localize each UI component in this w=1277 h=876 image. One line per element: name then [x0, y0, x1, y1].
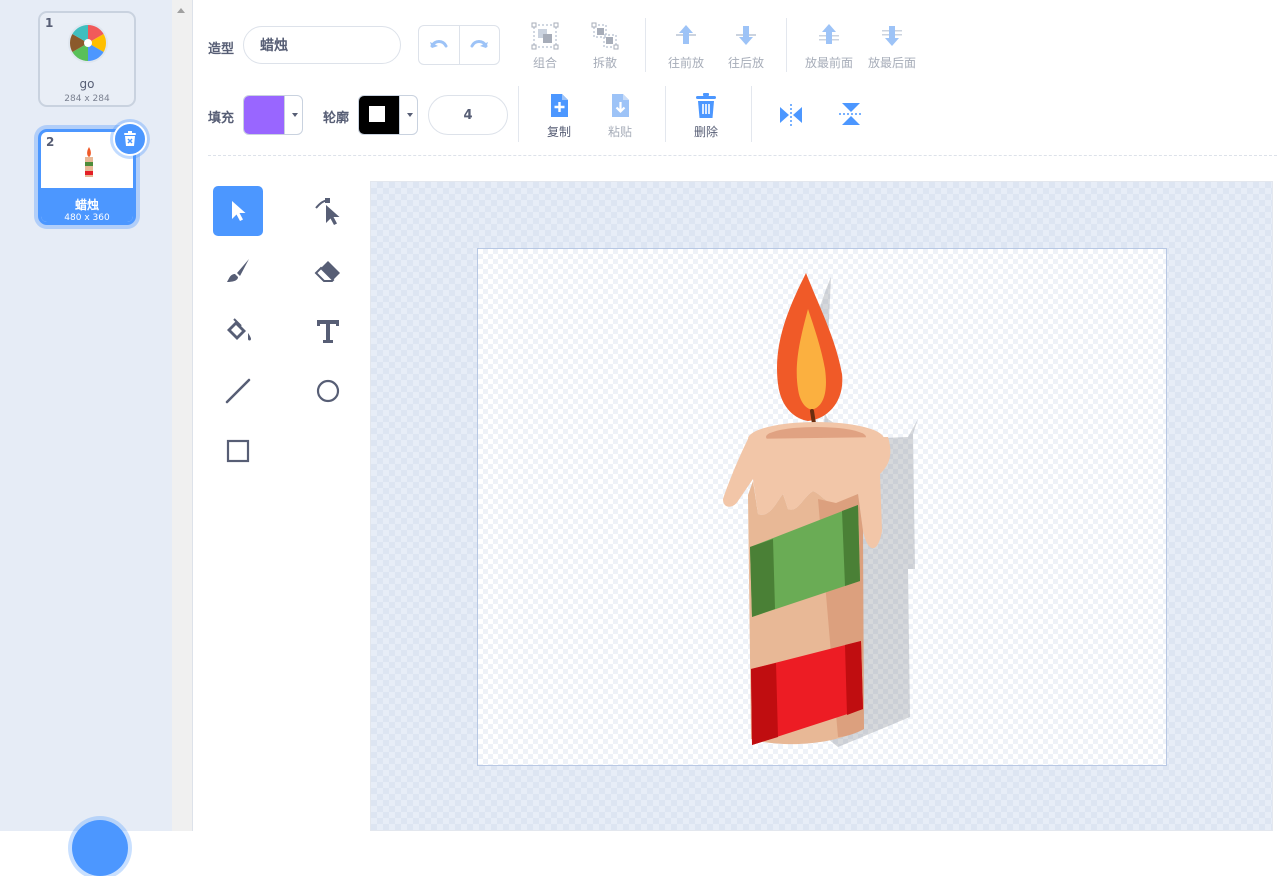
undo-button[interactable] [419, 26, 460, 64]
group-button[interactable]: 组合 [515, 22, 575, 71]
fill-color-swatch [244, 96, 284, 134]
separator [518, 86, 519, 142]
backward-button[interactable]: 往后放 [716, 22, 776, 71]
ungroup-button[interactable]: 拆散 [575, 22, 635, 71]
trash-icon [696, 93, 716, 118]
delete-costume-button[interactable] [113, 122, 147, 156]
back-label: 放最后面 [867, 56, 916, 70]
text-tool[interactable] [303, 306, 353, 356]
redo-button[interactable] [460, 26, 500, 64]
circle-icon [316, 379, 340, 403]
redo-icon [470, 40, 489, 48]
rectangle-icon [226, 439, 250, 463]
separator [751, 86, 752, 142]
paint-bucket-icon [227, 318, 251, 341]
costume-name: 蜡烛 [74, 198, 99, 212]
outline-color-swatch [359, 96, 399, 134]
delete-label: 删除 [693, 125, 718, 139]
candle-drawing[interactable] [718, 269, 928, 749]
costume-card-go[interactable]: 1 go 284 x 284 [38, 11, 136, 107]
dropdown-divider [399, 96, 400, 134]
costume-size: 284 x 284 [64, 94, 110, 104]
stroke-width-input[interactable] [428, 95, 508, 135]
outline-color-dropdown[interactable] [358, 95, 418, 135]
costume-number: 2 [46, 135, 55, 149]
select-tool[interactable] [213, 186, 263, 236]
scrollbar[interactable] [172, 0, 193, 831]
reshape-tool[interactable] [303, 186, 353, 236]
outline-swatch-inner [369, 106, 385, 122]
ungroup-label: 拆散 [592, 56, 617, 70]
circle-tool[interactable] [303, 366, 353, 416]
chevron-down-icon [407, 113, 413, 117]
costume-thumbnail-go [68, 23, 108, 63]
brush-icon [227, 259, 249, 282]
fill-label: 填充 [208, 111, 235, 126]
fill-color-dropdown[interactable] [243, 95, 303, 135]
forward-label: 往前放 [667, 56, 704, 70]
rectangle-tool[interactable] [213, 426, 263, 476]
back-button[interactable]: 放最后面 [862, 22, 922, 71]
forward-button[interactable]: 往前放 [656, 22, 716, 71]
costume-name-input[interactable] [243, 26, 401, 64]
costume-label: 造型 [208, 42, 235, 57]
copy-button[interactable]: 复制 [529, 93, 589, 140]
arrow-cursor-icon [232, 201, 246, 221]
brush-tool[interactable] [213, 246, 263, 296]
group-icon [531, 22, 559, 50]
copy-icon [551, 94, 568, 117]
scroll-up-icon[interactable] [177, 8, 185, 13]
reshape-icon [315, 198, 340, 225]
front-button[interactable]: 放最前面 [799, 22, 859, 71]
copy-label: 复制 [546, 125, 571, 139]
flip-horizontal-icon [780, 104, 802, 126]
separator [645, 18, 646, 72]
backward-label: 往后放 [727, 56, 764, 70]
outline-label: 轮廓 [323, 111, 350, 126]
eraser-tool[interactable] [303, 246, 353, 296]
front-icon [819, 24, 839, 44]
toolbar-divider [208, 155, 1277, 156]
undo-redo-group [418, 25, 500, 65]
paste-button[interactable]: 粘贴 [590, 93, 650, 140]
separator [665, 86, 666, 142]
line-icon [225, 378, 251, 404]
backward-icon [736, 26, 756, 45]
chevron-down-icon [292, 113, 298, 117]
costume-number: 1 [45, 16, 54, 30]
fill-tool[interactable] [213, 306, 263, 356]
delete-button[interactable]: 删除 [676, 93, 736, 140]
flip-horizontal-button[interactable] [777, 102, 805, 132]
front-label: 放最前面 [804, 56, 853, 70]
flip-vertical-button[interactable] [837, 100, 865, 132]
forward-icon [676, 25, 696, 44]
paste-icon [612, 94, 629, 117]
back-icon [882, 26, 902, 46]
flip-vertical-icon [839, 103, 863, 125]
costume-thumbnail-candle [85, 147, 93, 177]
undo-icon [429, 40, 448, 48]
dropdown-divider [284, 96, 285, 134]
costume-name: go [79, 77, 95, 91]
group-label: 组合 [532, 56, 557, 70]
costume-size: 480 x 360 [64, 213, 110, 223]
add-costume-button[interactable] [72, 820, 128, 876]
eraser-icon [314, 261, 340, 282]
ungroup-icon [591, 22, 619, 50]
paste-label: 粘贴 [607, 125, 632, 139]
text-icon [317, 320, 339, 343]
separator [786, 18, 787, 72]
line-tool[interactable] [213, 366, 263, 416]
costume-list: 1 go 284 x 284 2 蜡烛 480 x 360 [0, 0, 172, 876]
trash-icon [124, 131, 136, 146]
drawing-board[interactable] [477, 248, 1167, 766]
